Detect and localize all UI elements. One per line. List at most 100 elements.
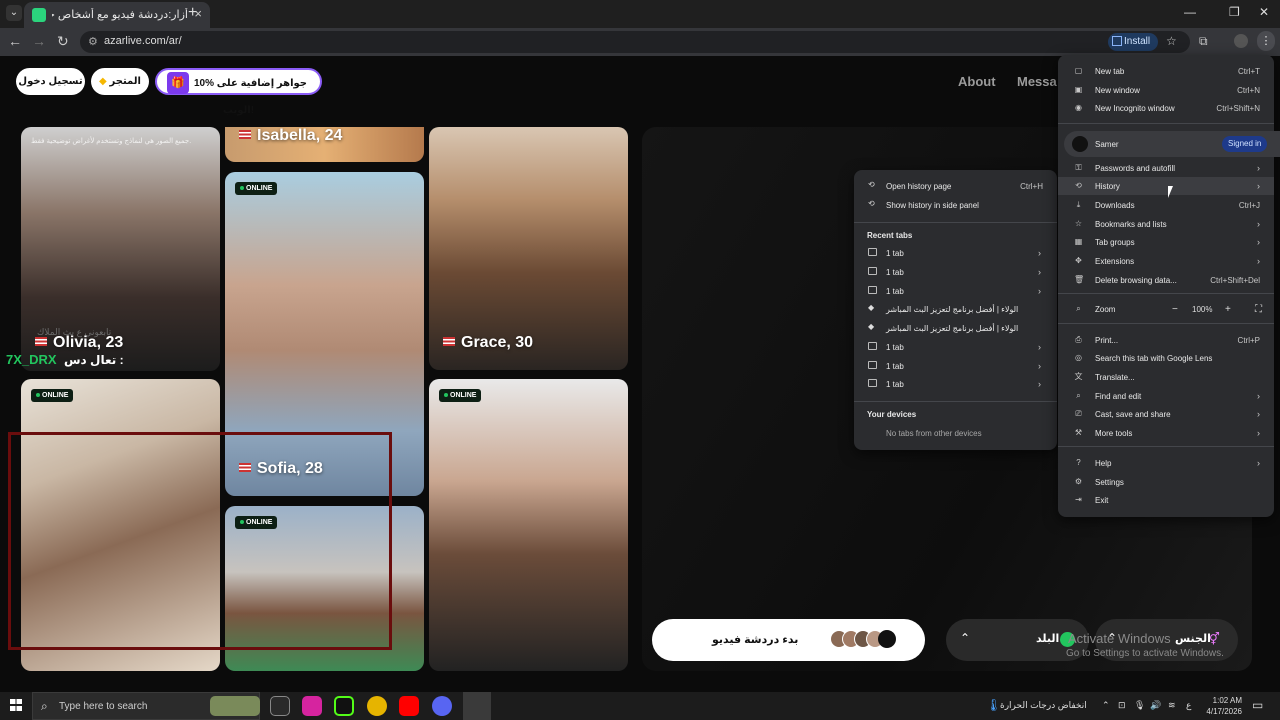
your-devices-heading: Your devices bbox=[867, 410, 917, 419]
browser-tab[interactable]: أزار:دردشة فيديو مع أشخاص جدد × bbox=[24, 2, 210, 28]
minimize-icon[interactable]: — bbox=[1184, 5, 1196, 19]
login-label: تسجيل دخول bbox=[18, 76, 83, 87]
microphone-icon[interactable]: 🎙 bbox=[1134, 700, 1145, 711]
history-side-panel[interactable]: ⟲ Show history in side panel bbox=[854, 196, 1057, 214]
tray-chevron-icon[interactable]: ⌃ bbox=[1102, 700, 1110, 711]
menu-new-incognito[interactable]: ◉ New Incognito window Ctrl+Shift+N bbox=[1058, 99, 1274, 117]
taskbar-clock[interactable]: 1:02 AM 4/17/2026 bbox=[1196, 695, 1242, 717]
video-camera-icon bbox=[878, 630, 896, 648]
menu-label: New window bbox=[1095, 86, 1140, 95]
nav-messages[interactable]: Messa bbox=[1017, 74, 1057, 89]
recent-page-item[interactable]: ◆ الولاء | أفضل برنامج لتعزيز البث المباش… bbox=[854, 319, 1057, 337]
recent-tab-item[interactable]: 1 tab › bbox=[854, 357, 1057, 375]
youtube-icon[interactable] bbox=[399, 696, 419, 716]
profile-avatar-icon[interactable] bbox=[1234, 34, 1248, 48]
menu-label: Find and edit bbox=[1095, 392, 1142, 401]
menu-print[interactable]: ⎙ Print... Ctrl+P bbox=[1058, 331, 1274, 349]
exit-icon: ⇥ bbox=[1075, 495, 1082, 504]
chevron-right-icon: › bbox=[1257, 219, 1260, 229]
extensions-icon[interactable]: ⧉ bbox=[1199, 34, 1208, 49]
start-video-chat-button[interactable]: بدء دردشة فيديو bbox=[652, 619, 925, 661]
recent-label: 1 tab bbox=[886, 287, 904, 296]
recent-tab-item[interactable]: 1 tab › bbox=[854, 263, 1057, 281]
menu-new-tab[interactable]: ▢ New tab Ctrl+T bbox=[1058, 62, 1274, 80]
login-button[interactable]: تسجيل دخول bbox=[16, 68, 85, 95]
recent-tab-item[interactable]: 1 tab › bbox=[854, 244, 1057, 262]
restore-icon[interactable]: ❐ bbox=[1229, 5, 1240, 19]
open-history-page[interactable]: ⟲ Open history page Ctrl+H bbox=[854, 177, 1057, 195]
recent-label: الولاء | أفضل برنامج لتعزيز البث المباشر bbox=[886, 305, 1019, 314]
menu-new-window[interactable]: ▣ New window Ctrl+N bbox=[1058, 81, 1274, 99]
help-icon: ? bbox=[1076, 458, 1081, 467]
menu-extensions[interactable]: ✥ Extensions › bbox=[1058, 252, 1274, 270]
profile-card-olivia[interactable]: جميع الصور هي لنماذج وتستخدم لأغراض توضي… bbox=[21, 127, 220, 371]
menu-bookmarks[interactable]: ☆ Bookmarks and lists › bbox=[1058, 215, 1274, 233]
menu-translate[interactable]: 文 Translate... bbox=[1058, 368, 1274, 386]
shortcut-label: Ctrl+Shift+Del bbox=[1210, 276, 1260, 285]
recent-tab-item[interactable]: 1 tab › bbox=[854, 375, 1057, 393]
discord-icon[interactable] bbox=[432, 696, 452, 716]
menu-cast-save[interactable]: ⎚ Cast, save and share › bbox=[1058, 405, 1274, 423]
online-label: ONLINE bbox=[246, 185, 273, 192]
instagram-icon[interactable] bbox=[302, 696, 322, 716]
recent-tab-item[interactable]: 1 tab › bbox=[854, 338, 1057, 356]
fullscreen-icon[interactable]: ⛶ bbox=[1255, 304, 1262, 315]
menu-help[interactable]: ? Help › bbox=[1058, 454, 1274, 472]
forward-icon[interactable]: → bbox=[32, 33, 46, 49]
window-close-icon[interactable]: ✕ bbox=[1259, 5, 1269, 19]
wifi-icon[interactable]: ≋ bbox=[1168, 700, 1176, 711]
back-icon[interactable]: ← bbox=[8, 33, 22, 49]
gear-icon: ⚙ bbox=[1074, 477, 1083, 486]
zoom-out-button[interactable]: − bbox=[1172, 304, 1178, 315]
bookmark-star-icon[interactable]: ☆ bbox=[1166, 34, 1177, 48]
online-dot-icon bbox=[240, 186, 244, 191]
menu-tab-groups[interactable]: ▦ Tab groups › bbox=[1058, 233, 1274, 251]
zoom-in-button[interactable]: + bbox=[1225, 304, 1231, 315]
tab-search-icon[interactable]: ⌄ bbox=[6, 5, 22, 21]
menu-profile[interactable]: Samer Signed in › bbox=[1064, 131, 1280, 157]
tools-icon: ⚒ bbox=[1074, 428, 1083, 437]
recent-page-item[interactable]: ◆ الولاء | أفضل برنامج لتعزيز البث المباش… bbox=[854, 300, 1057, 318]
language-indicator[interactable]: ع bbox=[1186, 700, 1191, 711]
profile-card-isabella[interactable]: Isabella, 24 bbox=[225, 127, 424, 162]
volume-icon[interactable]: 🔊 bbox=[1150, 700, 1161, 711]
menu-delete-data[interactable]: 🗑 Delete browsing data... Ctrl+Shift+Del bbox=[1058, 271, 1274, 289]
menu-history[interactable]: ⟲ History › bbox=[1058, 177, 1274, 195]
notification-icon[interactable]: ▭ bbox=[1252, 698, 1263, 712]
menu-exit[interactable]: ⇥ Exit bbox=[1058, 491, 1274, 509]
chrome-active-icon[interactable] bbox=[463, 692, 491, 720]
profile-card-brunette[interactable]: ONLINE bbox=[429, 379, 628, 671]
menu-passwords[interactable]: ⚿ Passwords and autofill › bbox=[1058, 159, 1274, 177]
nav-about[interactable]: About bbox=[958, 74, 996, 89]
address-bar[interactable]: ⚙ azarlive.com/ar/ bbox=[80, 31, 1190, 53]
windows-start-icon[interactable] bbox=[10, 699, 22, 711]
chevron-right-icon: › bbox=[1257, 428, 1260, 438]
site-info-icon[interactable]: ⚙ bbox=[88, 35, 98, 48]
task-view-icon[interactable] bbox=[270, 696, 290, 716]
network-icon[interactable]: ⊡ bbox=[1118, 700, 1126, 711]
promo-banner[interactable]: 🎁 10% جواهر إضافية على الويب! bbox=[155, 68, 322, 116]
store-button[interactable]: ◆ المتجر bbox=[91, 68, 149, 95]
menu-google-lens[interactable]: ◎ Search this tab with Google Lens bbox=[1058, 349, 1274, 367]
divider bbox=[1058, 123, 1274, 124]
kick-icon[interactable] bbox=[334, 696, 354, 716]
weather-text[interactable]: انخفاض درجات الحرارة bbox=[1000, 700, 1087, 711]
chrome-icon[interactable] bbox=[367, 696, 387, 716]
chrome-menu-icon[interactable]: ⋮ bbox=[1257, 31, 1275, 51]
menu-label: Passwords and autofill bbox=[1095, 164, 1176, 173]
profile-card-grace[interactable]: Grace, 30 bbox=[429, 127, 628, 370]
new-tab-icon[interactable]: + bbox=[188, 4, 197, 22]
menu-find-edit[interactable]: ⌕ Find and edit › bbox=[1058, 387, 1274, 405]
menu-downloads[interactable]: ⤓ Downloads Ctrl+J bbox=[1058, 196, 1274, 214]
shortcut-label: Ctrl+H bbox=[1020, 182, 1043, 191]
search-highlight-icon[interactable] bbox=[210, 696, 260, 716]
install-button[interactable]: Install bbox=[1108, 33, 1158, 51]
online-badge: ONLINE bbox=[439, 389, 482, 402]
gender-label: الجنس bbox=[1175, 633, 1211, 645]
recent-tab-item[interactable]: 1 tab › bbox=[854, 282, 1057, 300]
puzzle-icon: ✥ bbox=[1075, 256, 1082, 265]
reload-icon[interactable]: ↻ bbox=[57, 33, 69, 50]
menu-settings[interactable]: ⚙ Settings bbox=[1058, 473, 1274, 491]
menu-more-tools[interactable]: ⚒ More tools › bbox=[1058, 424, 1274, 442]
recent-label: 1 tab bbox=[886, 249, 904, 258]
